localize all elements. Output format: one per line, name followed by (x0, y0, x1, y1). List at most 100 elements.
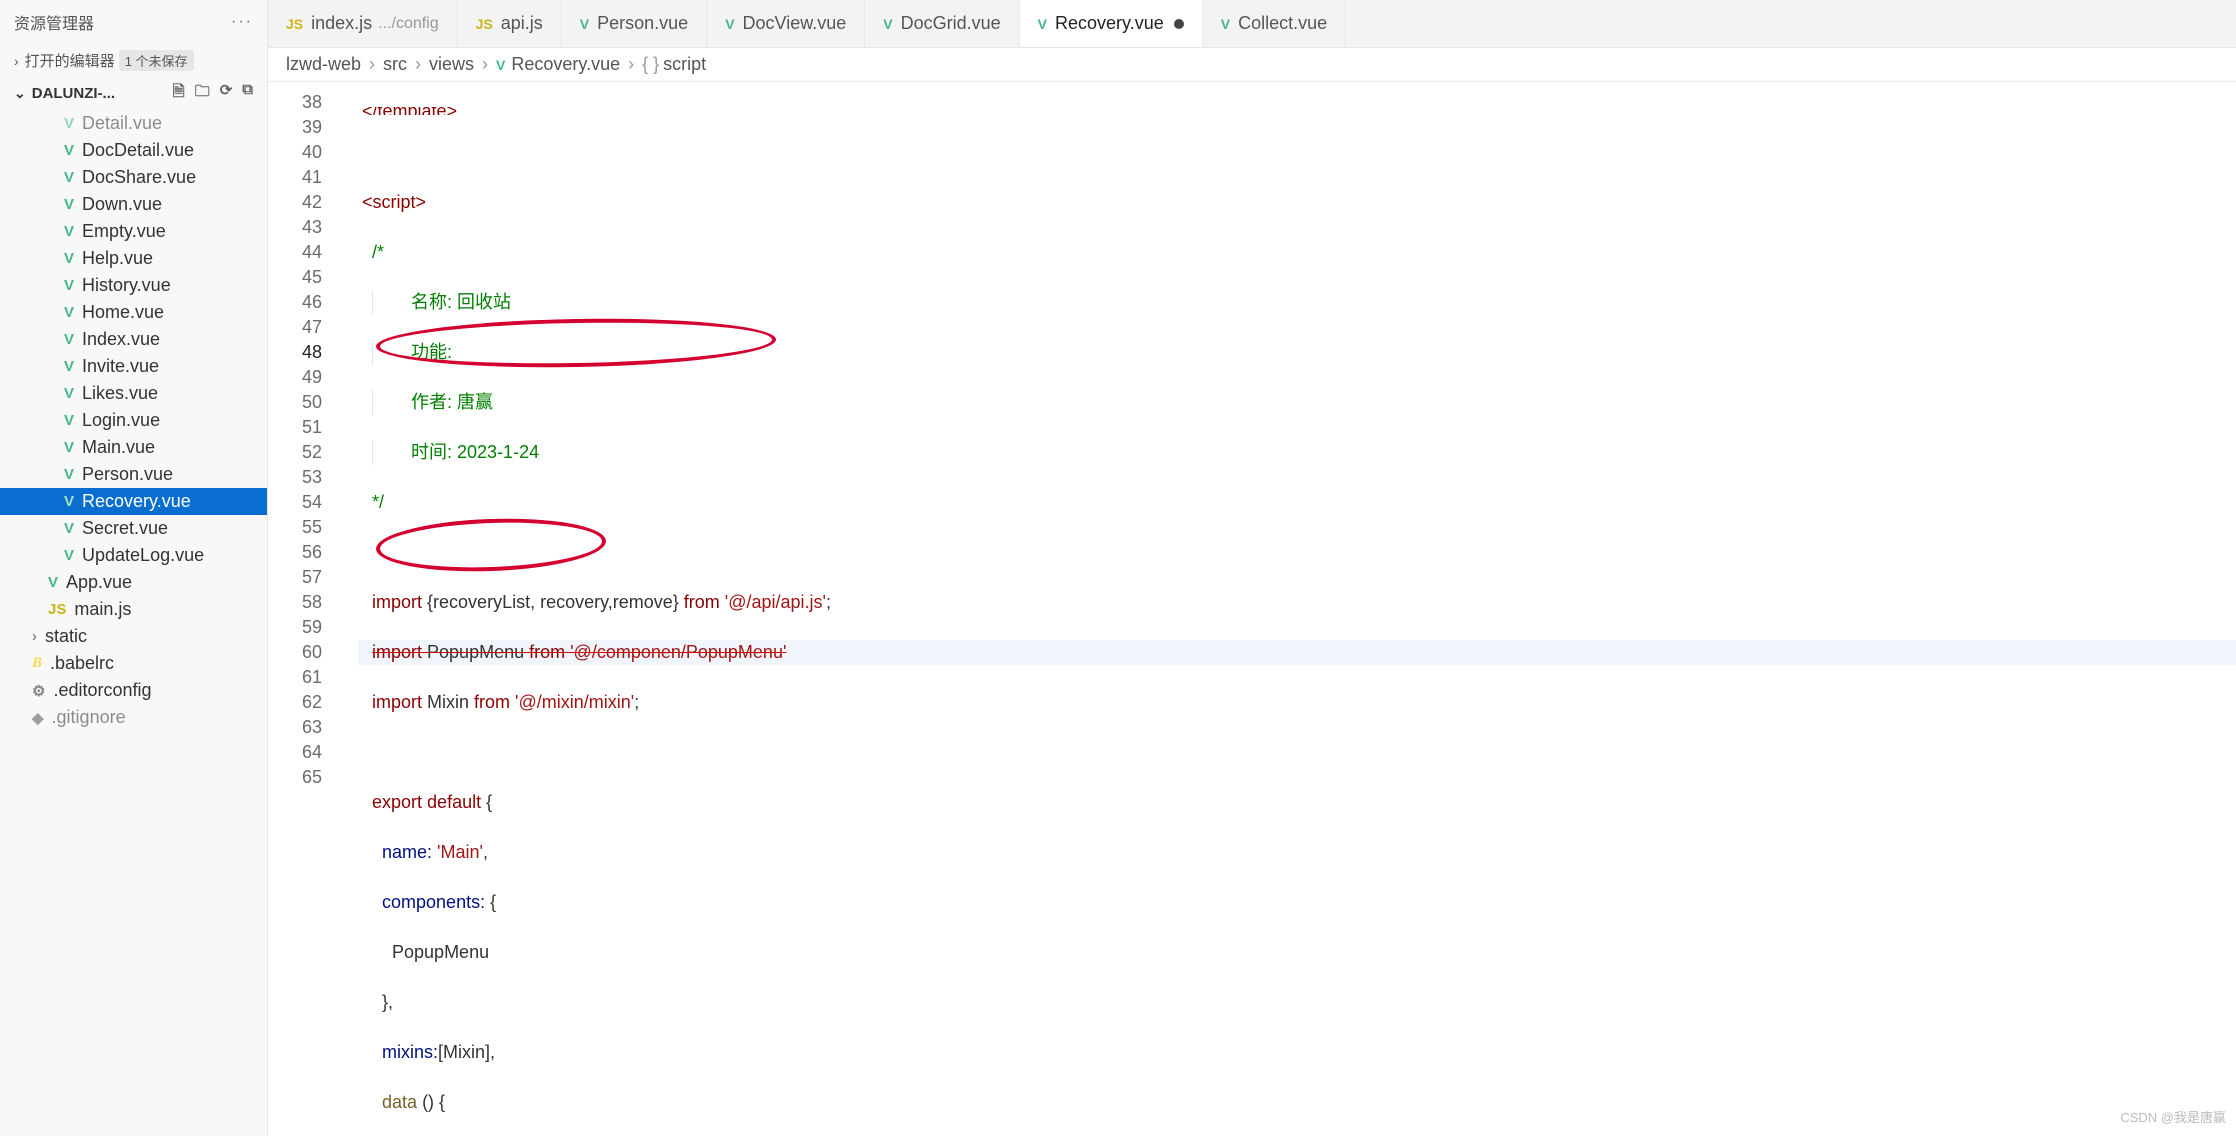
file-name: static (45, 626, 87, 647)
file-item[interactable]: B.babelrc (0, 650, 267, 677)
tab-label: Collect.vue (1238, 13, 1327, 34)
tab[interactable]: VDocView.vue (707, 0, 865, 47)
file-tree: V Detail.vue VDocDetail.vueVDocShare.vueVD… (0, 110, 267, 1136)
js-icon: JS (476, 16, 493, 32)
file-name: Invite.vue (82, 356, 159, 377)
chevron-right-icon: › (32, 628, 37, 645)
file-item[interactable]: VDown.vue (0, 191, 267, 218)
line-number: 41 (268, 165, 322, 190)
file-name: .editorconfig (53, 680, 151, 701)
breadcrumbs[interactable]: lzwd-web› src› views› V Recovery.vue› { … (268, 48, 2236, 82)
vue-icon: V (64, 493, 74, 510)
file-item[interactable]: VLogin.vue (0, 407, 267, 434)
tab[interactable]: JS api.js (458, 0, 562, 47)
tab-label: DocGrid.vue (901, 13, 1001, 34)
tab-label: Recovery.vue (1055, 13, 1164, 34)
open-editors-label: 打开的编辑器 (25, 50, 115, 71)
file-name: Login.vue (82, 410, 160, 431)
vue-icon: V (64, 358, 74, 375)
file-item[interactable]: VDocShare.vue (0, 164, 267, 191)
file-name: Recovery.vue (82, 491, 191, 512)
refresh-icon[interactable]: ⟳ (220, 81, 233, 106)
code-area[interactable]: </template> <script> /* 名称: 回收站 功能: 作者: … (358, 82, 2236, 1136)
vue-icon: V (48, 574, 58, 591)
line-number: 53 (268, 465, 322, 490)
tab[interactable]: VPerson.vue (562, 0, 707, 47)
tab-label: api.js (501, 13, 543, 34)
file-item[interactable]: VLikes.vue (0, 380, 267, 407)
line-number: 64 (268, 740, 322, 765)
more-icon[interactable]: ··· (231, 13, 253, 31)
vue-icon: V (64, 196, 74, 213)
crumb[interactable]: src (383, 54, 407, 75)
file-item[interactable]: ◆.gitignore (0, 704, 267, 731)
babel-icon: B (32, 655, 42, 672)
crumb[interactable]: lzwd-web (286, 54, 361, 75)
vue-icon: V (64, 115, 74, 132)
file-item[interactable]: VHelp.vue (0, 245, 267, 272)
crumb[interactable]: script (663, 54, 706, 75)
file-item[interactable]: VSecret.vue (0, 515, 267, 542)
tab[interactable]: V Recovery.vue (1020, 0, 1203, 47)
editor[interactable]: 3839404142434445464748495051525354555657… (268, 82, 2236, 1136)
file-item[interactable]: V Home.vue (0, 299, 267, 326)
line-number: 46 (268, 290, 322, 315)
tab[interactable]: VCollect.vue (1203, 0, 1346, 47)
file-item[interactable]: ⚙ .editorconfig (0, 677, 267, 704)
vue-icon: V (725, 16, 734, 32)
file-item[interactable]: › static (0, 623, 267, 650)
current-line: import PopupMenu from '@/componen/PopupM… (358, 640, 2236, 665)
file-item[interactable]: V Invite.vue (0, 353, 267, 380)
new-file-icon[interactable]: 🗎 (173, 81, 185, 106)
file-item[interactable]: V Recovery.vue (0, 488, 267, 515)
collapse-icon[interactable]: ⧉ (242, 81, 253, 106)
file-item[interactable]: V Detail.vue (0, 110, 267, 137)
new-folder-icon[interactable]: 🗀 (195, 81, 210, 106)
file-name: Likes.vue (82, 383, 158, 404)
tab[interactable]: V DocGrid.vue (865, 0, 1019, 47)
chevron-right-icon: › (14, 53, 19, 69)
file-item[interactable]: VIndex.vue (0, 326, 267, 353)
explorer-header: 资源管理器 ··· (0, 0, 267, 44)
file-name: Home.vue (82, 302, 164, 323)
line-number: 51 (268, 415, 322, 440)
file-item[interactable]: VPerson.vue (0, 461, 267, 488)
file-item[interactable]: VHistory.vue (0, 272, 267, 299)
tab-label: Person.vue (597, 13, 688, 34)
project-header[interactable]: ⌄ DALUNZI-... 🗎 🗀 ⟳ ⧉ (0, 77, 267, 110)
vue-icon: V (1038, 16, 1047, 32)
vue-icon: V (64, 547, 74, 564)
line-number: 47 (268, 315, 322, 340)
tab[interactable]: JSindex.js.../config (268, 0, 458, 47)
vue-icon: V (64, 439, 74, 456)
js-icon: JS (286, 16, 303, 32)
file-item[interactable]: V App.vue (0, 569, 267, 596)
file-item[interactable]: VDocDetail.vue (0, 137, 267, 164)
file-item[interactable]: VUpdateLog.vue (0, 542, 267, 569)
vue-icon: V (64, 304, 74, 321)
dirty-indicator (1174, 19, 1184, 29)
line-number: 45 (268, 265, 322, 290)
file-name: Index.vue (82, 329, 160, 350)
line-number: 50 (268, 390, 322, 415)
gear-icon: ⚙ (32, 682, 45, 700)
line-number: 48 (268, 340, 322, 365)
open-editors-section[interactable]: › 打开的编辑器 1 个未保存 (0, 44, 267, 77)
vue-icon: V (64, 169, 74, 186)
vue-icon: V (64, 250, 74, 267)
file-item[interactable]: VMain.vue (0, 434, 267, 461)
line-number: 44 (268, 240, 322, 265)
file-name: Secret.vue (82, 518, 168, 539)
line-number: 42 (268, 190, 322, 215)
file-item[interactable]: VEmpty.vue (0, 218, 267, 245)
tab-subpath: .../config (378, 15, 438, 33)
main-area: JSindex.js.../configJSapi.jsVPerson.vueV… (268, 0, 2236, 1136)
file-name: App.vue (66, 572, 132, 593)
git-icon: ◆ (32, 709, 44, 727)
file-item[interactable]: JSmain.js (0, 596, 267, 623)
crumb[interactable]: views (429, 54, 474, 75)
line-number: 55 (268, 515, 322, 540)
file-name: Detail.vue (82, 113, 162, 134)
vue-icon: V (883, 16, 892, 32)
crumb[interactable]: Recovery.vue (511, 54, 620, 75)
